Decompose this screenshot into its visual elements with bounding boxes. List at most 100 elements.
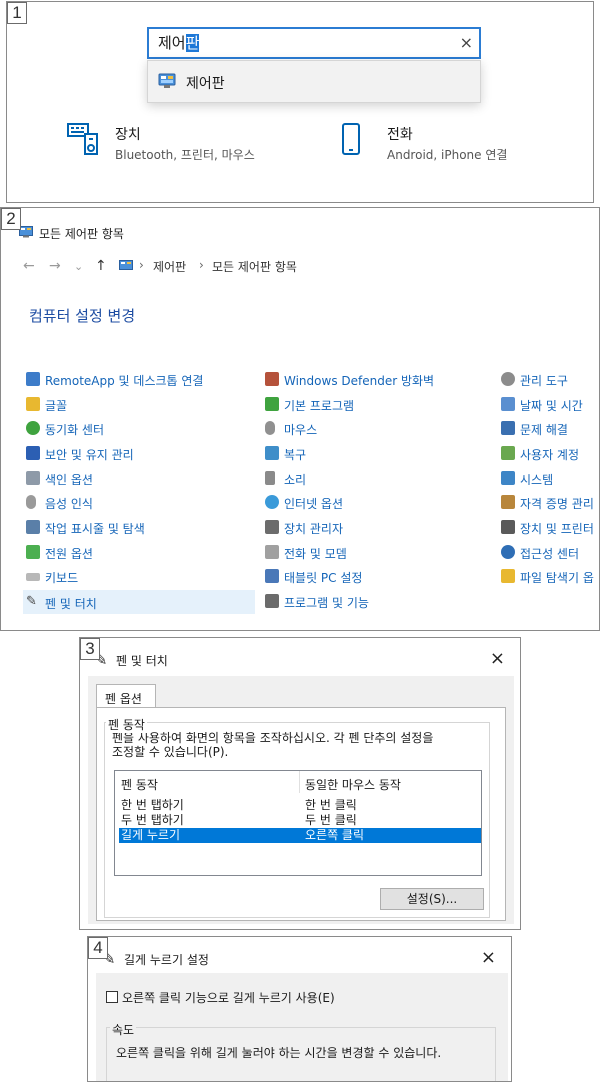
devices-subtitle: Bluetooth, 프린터, 마우스 <box>115 148 255 162</box>
cp-item-firewall[interactable]: Windows Defender 방화벽 <box>265 369 485 391</box>
flag-icon <box>26 446 40 460</box>
taskbar-icon <box>26 520 40 534</box>
dialog-title: 길게 누르기 설정 <box>124 953 209 967</box>
press-hold-settings-dialog: 4 ✎ 길게 누르기 설정 × 오른쪽 클릭 기능으로 길게 누르기 사용(E)… <box>87 936 512 1082</box>
cp-item-file-explorer-options[interactable]: 파일 탐색기 옵 <box>501 566 599 588</box>
cp-item-keyboard[interactable]: 키보드 <box>26 566 246 588</box>
breadcrumb-separator: › <box>139 258 144 272</box>
step-number-2: 2 <box>1 208 21 230</box>
suggestion-label: 제어판 <box>186 76 225 92</box>
pen-actions-list[interactable]: 펜 동작 동일한 마우스 동작 한 번 탭하기 한 번 클릭 두 번 탭하기 두… <box>114 770 482 876</box>
recovery-icon <box>265 446 279 460</box>
search-input[interactable]: 제어판 × <box>147 27 481 59</box>
indexing-icon <box>26 471 40 485</box>
column-header-pen-action[interactable]: 펜 동작 <box>121 776 158 793</box>
tab-pen-options[interactable]: 펜 옵션 <box>96 684 156 708</box>
enable-press-hold-checkbox[interactable] <box>106 991 118 1003</box>
speed-description: 오른쪽 클릭을 위해 길게 눌러야 하는 시간을 변경할 수 있습니다. <box>116 1046 442 1060</box>
search-suggestion-control-panel[interactable]: 제어판 <box>147 60 481 103</box>
gear-icon <box>501 372 515 386</box>
control-panel-window: 2 모든 제어판 항목 ← → ⌄ ↑ › 제어판 › 모든 제어판 항목 컴퓨… <box>0 207 600 631</box>
step-number-3: 3 <box>80 638 100 660</box>
speed-group-label: 속도 <box>110 1021 137 1038</box>
devices-icon <box>67 123 98 155</box>
close-icon[interactable]: × <box>481 947 496 968</box>
cp-item-sync-center[interactable]: 동기화 센터 <box>26 418 246 440</box>
power-icon <box>26 545 40 559</box>
settings-button[interactable]: 설정(S)... <box>380 888 484 910</box>
cp-item-user-accounts[interactable]: 사용자 계정 <box>501 443 599 465</box>
programs-features-icon <box>265 594 279 608</box>
list-row-selected[interactable]: 길게 누르기 오른쪽 클릭 <box>119 828 481 843</box>
cp-item-programs-features[interactable]: 프로그램 및 기능 <box>265 591 485 613</box>
device-manager-icon <box>265 520 279 534</box>
pen-icon: ✎ <box>26 594 37 609</box>
cp-item-power-options[interactable]: 전원 옵션 <box>26 542 246 564</box>
windows-search-panel: 1 제어판 × 제어판 장치 Bluetooth, 프린터, 마우스 전화 An… <box>6 1 594 203</box>
step-number-4: 4 <box>88 937 108 959</box>
back-button[interactable]: ← <box>23 258 35 274</box>
cp-item-indexing-options[interactable]: 색인 옵션 <box>26 468 246 490</box>
troubleshoot-icon <box>501 421 515 435</box>
cp-item-internet-options[interactable]: 인터넷 옵션 <box>265 492 485 514</box>
cp-item-mouse[interactable]: 마우스 <box>265 418 485 440</box>
group-label: 펜 동작 <box>106 716 147 733</box>
control-panel-icon <box>19 226 33 238</box>
cp-item-admin-tools[interactable]: 관리 도구 <box>501 369 599 391</box>
control-panel-icon <box>158 73 176 88</box>
up-button[interactable]: ↑ <box>95 258 107 274</box>
column-header-mouse-action[interactable]: 동일한 마우스 동작 <box>305 776 401 793</box>
phone-modem-icon <box>265 545 279 559</box>
phone-title: 전화 <box>387 127 413 143</box>
folder-icon <box>501 569 515 583</box>
breadcrumb-separator: › <box>199 258 204 272</box>
forward-button[interactable]: → <box>49 258 61 274</box>
pen-touch-dialog: 3 ✎ 펜 및 터치 × 펜 옵션 펜 동작 펜을 사용하여 화면의 항목을 조… <box>79 637 521 930</box>
phone-subtitle: Android, iPhone 연결 <box>387 148 508 162</box>
devices-title: 장치 <box>115 127 141 143</box>
sync-icon <box>26 421 40 435</box>
page-heading: 컴퓨터 설정 변경 <box>29 307 136 325</box>
cp-item-security-maintenance[interactable]: 보안 및 유지 관리 <box>26 443 246 465</box>
list-row[interactable]: 한 번 탭하기 한 번 클릭 <box>119 798 481 813</box>
group-description: 펜을 사용하여 화면의 항목을 조작하십시오. 각 펜 단추의 설정을 조정할 … <box>112 731 434 759</box>
cp-item-fonts[interactable]: 글꼴 <box>26 394 246 416</box>
cp-item-phone-modem[interactable]: 전화 및 모뎀 <box>265 542 485 564</box>
fonts-icon <box>26 397 40 411</box>
clear-icon[interactable]: × <box>460 34 473 52</box>
cp-item-ease-of-access[interactable]: 접근성 센터 <box>501 542 599 564</box>
cp-item-tablet-pc-settings[interactable]: 태블릿 PC 설정 <box>265 566 485 588</box>
speaker-icon <box>265 471 275 485</box>
default-programs-icon <box>265 397 279 411</box>
cp-item-recovery[interactable]: 복구 <box>265 443 485 465</box>
cp-item-credential-manager[interactable]: 자격 증명 관리 <box>501 492 599 514</box>
cp-item-default-programs[interactable]: 기본 프로그램 <box>265 394 485 416</box>
cp-item-sound[interactable]: 소리 <box>265 468 485 490</box>
address-control-panel-icon <box>119 260 133 270</box>
cp-item-date-time[interactable]: 날짜 및 시간 <box>501 394 599 416</box>
breadcrumb-control-panel[interactable]: 제어판 <box>153 258 186 275</box>
cp-item-devices-printers[interactable]: 장치 및 프린터 <box>501 517 599 539</box>
breadcrumb-all-items[interactable]: 모든 제어판 항목 <box>212 258 297 275</box>
dialog-title: 펜 및 터치 <box>116 654 168 668</box>
dialog-body: 펜 옵션 펜 동작 펜을 사용하여 화면의 항목을 조작하십시오. 각 펜 단추… <box>88 676 514 924</box>
cp-item-remoteapp[interactable]: RemoteApp 및 데스크톱 연결 <box>26 369 246 391</box>
step-number-1: 1 <box>7 2 27 24</box>
phone-icon <box>342 123 360 155</box>
cp-item-taskbar-navigation[interactable]: 작업 표시줄 및 탐색 <box>26 517 246 539</box>
cp-item-device-manager[interactable]: 장치 관리자 <box>265 517 485 539</box>
recent-locations-button[interactable]: ⌄ <box>74 260 83 273</box>
accessibility-icon <box>501 545 515 559</box>
list-row[interactable]: 두 번 탭하기 두 번 클릭 <box>119 813 481 828</box>
cp-item-troubleshooting[interactable]: 문제 해결 <box>501 418 599 440</box>
cp-item-speech-recognition[interactable]: 음성 인식 <box>26 492 246 514</box>
remote-desktop-icon <box>26 372 40 386</box>
tablet-icon <box>265 569 279 583</box>
microphone-icon <box>26 495 36 509</box>
keyboard-icon <box>26 573 40 581</box>
checkbox-label[interactable]: 오른쪽 클릭 기능으로 길게 누르기 사용(E) <box>122 989 335 1006</box>
credential-icon <box>501 495 515 509</box>
cp-item-system[interactable]: 시스템 <box>501 468 599 490</box>
close-icon[interactable]: × <box>490 648 505 669</box>
cp-item-pen-touch[interactable]: ✎ 펜 및 터치 <box>23 590 255 614</box>
